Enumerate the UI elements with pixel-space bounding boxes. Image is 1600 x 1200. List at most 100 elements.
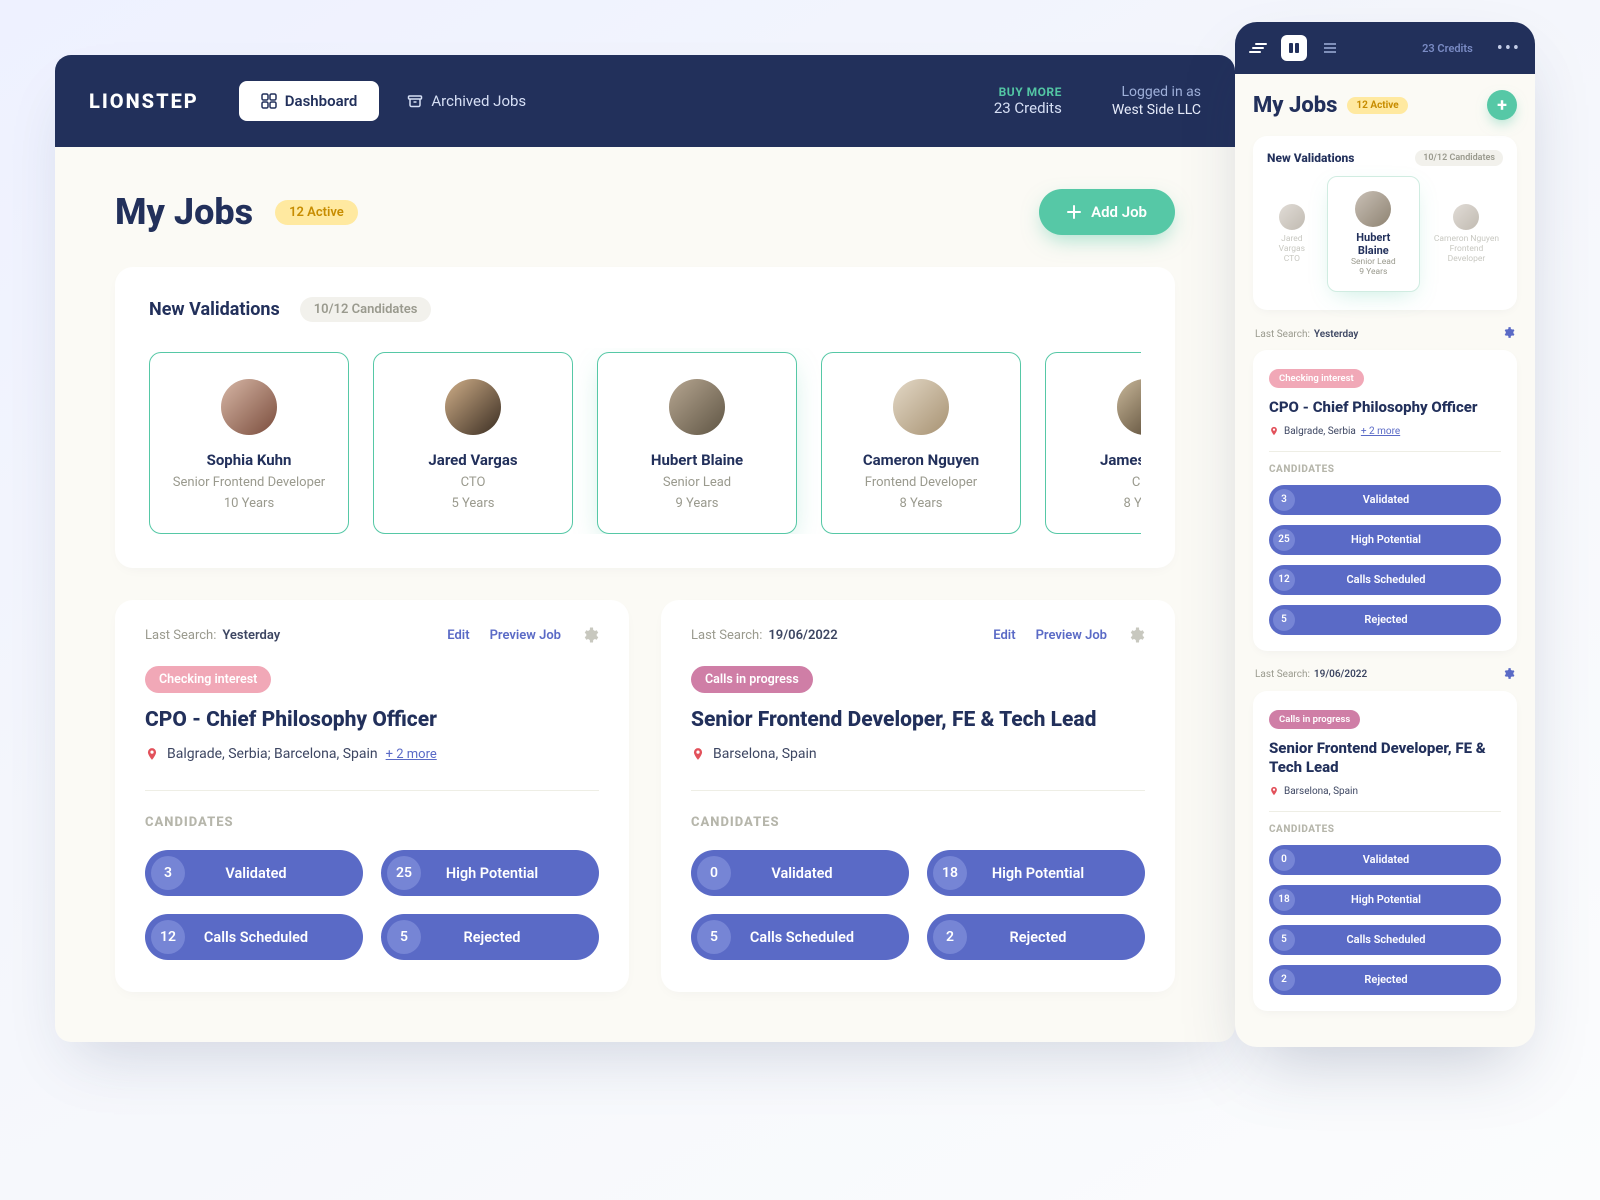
candidate-card[interactable]: Hubert Blaine Senior Lead 9 Years [597,352,797,534]
gear-icon[interactable] [1502,326,1515,342]
candidate-chip-rejected[interactable]: 5Rejected [381,914,599,960]
candidate-chip-high-potential[interactable]: 25High Potential [381,850,599,896]
last-search-value: Yesterday [1314,329,1359,340]
mobile-job-card: Last Search: Yesterday Checking interest… [1253,326,1517,651]
candidate-chip-high-potential[interactable]: 18High Potential [1269,885,1501,915]
pin-icon [691,747,705,761]
candidate-carousel[interactable]: Sophia Kuhn Senior Frontend Developer 10… [149,348,1141,534]
mobile-add-button[interactable]: + [1487,90,1517,120]
buy-more-link[interactable]: BUY MORE [994,85,1062,99]
location-more-link[interactable]: + 2 more [1361,426,1400,437]
chip-label: High Potential [967,865,1145,882]
chip-count: 18 [933,856,967,890]
chip-label: Rejected [421,929,599,946]
candidate-card[interactable]: Sophia Kuhn Senior Frontend Developer 10… [149,352,349,534]
candidate-chip-calls-scheduled[interactable]: 12Calls Scheduled [1269,565,1501,595]
candidate-role: Frontend Developer [834,475,1008,490]
chip-label: Calls Scheduled [731,929,909,946]
candidate-role: Frontend Developer [1430,244,1503,264]
edit-link[interactable]: Edit [993,628,1015,643]
view-toggle-grid[interactable] [1281,35,1307,61]
chip-count: 12 [151,920,185,954]
pin-icon [1269,786,1279,796]
view-toggle-list[interactable] [1317,35,1343,61]
mobile-candidate-card[interactable]: Cameron Nguyen Frontend Developer [1430,204,1503,264]
candidate-years: 8 Years [834,496,1008,511]
location-more-link[interactable]: + 2 more [386,747,437,762]
candidates-header: CANDIDATES [145,790,599,830]
candidates-header: CANDIDATES [1269,811,1501,835]
candidate-chip-validated[interactable]: 0Validated [1269,845,1501,875]
candidate-chip-validated[interactable]: 3Validated [1269,485,1501,515]
desktop-window: LIONSTEP Dashboard Archived Jobs BUY MOR… [55,55,1235,1042]
more-menu-icon[interactable]: ••• [1497,38,1521,59]
candidate-name: Hubert Blaine [610,451,784,469]
chip-label: Validated [731,865,909,882]
candidate-chip-high-potential[interactable]: 18High Potential [927,850,1145,896]
preview-link[interactable]: Preview Job [490,628,561,643]
last-search-label: Last Search: [691,628,762,643]
candidate-chip-calls-scheduled[interactable]: 5Calls Scheduled [1269,925,1501,955]
chip-count: 12 [1273,569,1295,591]
chip-label: Calls Scheduled [1295,933,1501,946]
nav-dashboard[interactable]: Dashboard [239,81,380,121]
nav-archived[interactable]: Archived Jobs [407,92,526,110]
pin-icon [145,747,159,761]
candidate-years: 5 Years [386,496,560,511]
session-block: Logged in as West Side LLC [1112,84,1201,118]
add-job-label: Add Job [1091,203,1147,221]
mobile-page-title: My Jobs [1253,93,1337,118]
candidate-chip-rejected[interactable]: 2Rejected [1269,965,1501,995]
candidate-name: Jared Vargas [386,451,560,469]
active-count-pill: 12 Active [275,200,358,225]
credits-block: BUY MORE 23 Credits [994,85,1062,117]
chip-label: High Potential [1295,893,1501,906]
last-search-value: 19/06/2022 [768,628,837,643]
org-name: West Side LLC [1112,102,1201,118]
brand-logo: LIONSTEP [89,89,199,113]
candidate-chip-calls-scheduled[interactable]: 12Calls Scheduled [145,914,363,960]
validations-title: New Validations [149,299,280,320]
chip-label: Calls Scheduled [185,929,363,946]
logged-label: Logged in as [1112,84,1201,100]
candidate-chip-validated[interactable]: 0Validated [691,850,909,896]
gear-icon[interactable] [1127,626,1145,644]
chip-count: 5 [1273,609,1295,631]
mobile-active-pill: 12 Active [1347,97,1407,114]
archive-icon [407,93,423,109]
candidates-header: CANDIDATES [1269,451,1501,475]
gear-icon[interactable] [581,626,599,644]
candidate-chip-calls-scheduled[interactable]: 5Calls Scheduled [691,914,909,960]
candidate-role: Senior Frontend Developer [162,475,336,490]
mobile-validations-panel: New Validations 10/12 Candidates Jared V… [1253,136,1517,310]
chip-label: Rejected [1295,973,1501,986]
last-search-label: Last Search: [1255,329,1310,340]
candidate-card[interactable]: James Jones COO 8 Years [1045,352,1141,534]
candidate-card[interactable]: Jared Vargas CTO 5 Years [373,352,573,534]
add-job-button[interactable]: Add Job [1039,189,1175,235]
preview-link[interactable]: Preview Job [1036,628,1107,643]
job-location: Barselona, Spain [713,746,817,762]
candidate-years: 8 Years [1058,496,1141,511]
candidate-chip-rejected[interactable]: 2Rejected [927,914,1145,960]
chip-count: 25 [1273,529,1295,551]
status-badge: Calls in progress [691,666,813,693]
avatar [1279,204,1305,230]
chip-label: Rejected [967,929,1145,946]
credits-count: 23 Credits [994,99,1062,117]
mobile-candidate-card[interactable]: Jared Vargas CTO [1267,204,1317,264]
gear-icon[interactable] [1502,667,1515,683]
candidate-card[interactable]: Cameron Nguyen Frontend Developer 8 Year… [821,352,1021,534]
candidate-role: COO [1058,475,1141,490]
mobile-credits[interactable]: 23 Credits [1422,42,1473,55]
candidate-chip-rejected[interactable]: 5Rejected [1269,605,1501,635]
last-search-value: Yesterday [222,628,280,643]
candidate-chip-validated[interactable]: 3Validated [145,850,363,896]
chip-label: Validated [1295,853,1501,866]
mobile-candidate-card[interactable]: Hubert Blaine Senior Lead 9 Years [1327,176,1420,292]
avatar [893,379,949,435]
candidate-chip-high-potential[interactable]: 25High Potential [1269,525,1501,555]
edit-link[interactable]: Edit [447,628,469,643]
chip-count: 0 [697,856,731,890]
status-badge: Checking interest [1269,369,1364,388]
